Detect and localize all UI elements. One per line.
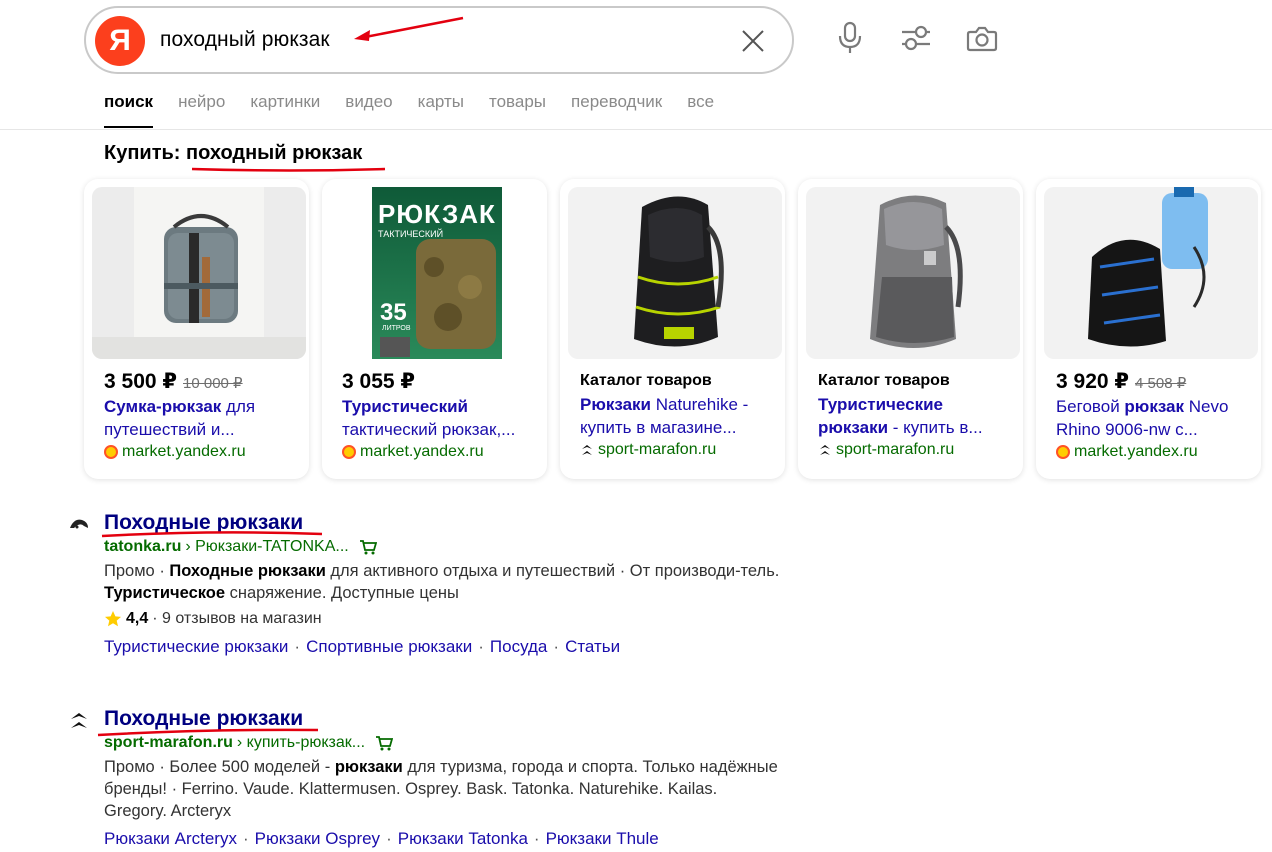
product-title[interactable]: Беговой рюкзак Nevo Rhino 9006-nw с... — [1056, 395, 1249, 441]
price: 3 920 ₽ — [1056, 370, 1129, 393]
product-title[interactable]: Рюкзаки Naturehike - купить в магазине..… — [580, 393, 773, 439]
sport-marafon-icon — [820, 445, 830, 455]
shop-rating[interactable]: 4,4 · 9 отзывов на магазин — [104, 608, 784, 630]
cart-icon — [359, 540, 377, 555]
tab-neuro[interactable]: нейро — [178, 90, 225, 128]
product-image — [1044, 187, 1258, 359]
tab-products[interactable]: товары — [489, 90, 546, 128]
cart-icon — [376, 736, 394, 751]
search-box[interactable]: Я походный рюкзак — [84, 6, 794, 74]
buy-query: походный рюкзак — [186, 142, 363, 164]
product-title[interactable]: Сумка-рюкзак для путешествий и... — [104, 395, 297, 441]
sitelink[interactable]: Рюкзаки Tatonka — [398, 828, 528, 850]
product-card[interactable]: 3 920 ₽ 4 508 ₽ Беговой рюкзак Nevo Rhin… — [1036, 179, 1261, 479]
tab-all[interactable]: все — [687, 90, 714, 128]
close-icon — [742, 30, 764, 52]
cover-unit: ЛИТРОВ — [382, 325, 411, 332]
product-card[interactable]: Каталог товаров Туристические рюкзаки - … — [798, 179, 1023, 479]
sitelink[interactable]: Рюкзаки Thule — [546, 828, 659, 850]
clear-search-button[interactable] — [740, 28, 766, 54]
sitelink[interactable]: Рюкзаки Arcteryx — [104, 828, 237, 850]
tab-maps[interactable]: карты — [418, 90, 464, 128]
result-snippet: Промо · Походные рюкзаки для активного о… — [104, 562, 780, 602]
tab-translator[interactable]: переводчик — [571, 90, 662, 128]
result-title-link[interactable]: Походные рюкзаки — [104, 706, 784, 732]
product-carousel: 3 500 ₽ 10 000 ₽ Сумка-рюкзак для путеше… — [84, 179, 1261, 479]
tab-video[interactable]: видео — [345, 90, 392, 128]
result-title-link[interactable]: Походные рюкзаки — [104, 510, 784, 536]
product-source[interactable]: market.yandex.ru — [1056, 443, 1249, 461]
tab-search[interactable]: поиск — [104, 90, 154, 128]
sitelink[interactable]: Рюкзаки Osprey — [255, 828, 380, 850]
product-card[interactable]: РЮКЗАК ТАКТИЧЕСКИЙ 35 ЛИТРОВ 3 055 ₽ Тур… — [322, 179, 547, 479]
product-image — [92, 187, 306, 359]
product-source[interactable]: sport-marafon.ru — [580, 441, 773, 459]
result-url[interactable]: sport-marafon.ru › купить-рюкзак... — [104, 732, 784, 754]
catalog-label: Каталог товаров — [818, 372, 950, 389]
catalog-label: Каталог товаров — [580, 372, 712, 389]
search-result: Походные рюкзаки tatonka.ru › Рюкзаки-TA… — [70, 510, 784, 658]
product-image: РЮКЗАК ТАКТИЧЕСКИЙ 35 ЛИТРОВ — [330, 187, 544, 359]
divider — [0, 129, 1272, 130]
old-price: 10 000 ₽ — [183, 375, 243, 392]
sitelinks: Туристические рюкзаки · Спортивные рюкзак… — [104, 636, 621, 658]
camera-icon — [966, 26, 998, 52]
search-tabs: поиск нейро картинки видео карты товары … — [104, 90, 714, 128]
product-source[interactable]: market.yandex.ru — [104, 443, 297, 461]
sitelinks: Рюкзаки Arcteryx · Рюкзаки Osprey · Рюкзак… — [104, 828, 659, 850]
sitelink[interactable]: Статьи — [565, 636, 620, 658]
product-image — [568, 187, 782, 359]
voice-search-button[interactable] — [832, 18, 868, 58]
price: 3 500 ₽ — [104, 370, 177, 393]
product-source[interactable]: sport-marafon.ru — [818, 441, 1011, 459]
cover-title: РЮКЗАК — [378, 199, 496, 229]
search-input[interactable]: походный рюкзак — [160, 28, 330, 52]
buy-section-title: Купить: походный рюкзак — [104, 142, 362, 165]
yandex-market-icon — [104, 445, 118, 459]
search-settings-button[interactable] — [898, 18, 934, 58]
yandex-market-icon — [1056, 445, 1070, 459]
cover-number: 35 — [380, 299, 407, 326]
sport-marafon-icon — [582, 445, 592, 455]
buy-prefix: Купить: — [104, 142, 181, 164]
cover-subtitle: ТАКТИЧЕСКИЙ — [378, 229, 444, 239]
old-price: 4 508 ₽ — [1135, 375, 1187, 392]
sport-marafon-favicon — [71, 713, 87, 728]
product-source[interactable]: market.yandex.ru — [342, 443, 535, 461]
result-url[interactable]: tatonka.ru › Рюкзаки-TATONKA... — [104, 536, 784, 558]
result-snippet: Промо · Более 500 моделей - рюкзаки для … — [104, 758, 778, 820]
product-title[interactable]: Туристический тактический рюкзак,... — [342, 395, 535, 441]
yandex-logo[interactable]: Я — [95, 16, 145, 66]
price: 3 055 ₽ — [342, 370, 415, 393]
tatonka-favicon — [70, 519, 88, 529]
filter-sliders-icon — [902, 25, 930, 51]
annotation-underline — [191, 167, 386, 172]
product-card[interactable]: 3 500 ₽ 10 000 ₽ Сумка-рюкзак для путеше… — [84, 179, 309, 479]
product-title[interactable]: Туристические рюкзаки - купить в... — [818, 393, 1011, 439]
product-card[interactable]: Каталог товаров Рюкзаки Naturehike - куп… — [560, 179, 785, 479]
product-image — [806, 187, 1020, 359]
tab-images[interactable]: картинки — [250, 90, 320, 128]
microphone-icon — [838, 21, 862, 53]
yandex-market-icon — [342, 445, 356, 459]
image-search-button[interactable] — [964, 18, 1000, 58]
sitelink[interactable]: Посуда — [490, 636, 547, 658]
sitelink[interactable]: Туристические рюкзаки — [104, 636, 288, 658]
sitelink[interactable]: Спортивные рюкзаки — [306, 636, 472, 658]
star-icon — [105, 611, 121, 627]
search-result: Походные рюкзаки sport-marafon.ru › купи… — [71, 706, 784, 850]
